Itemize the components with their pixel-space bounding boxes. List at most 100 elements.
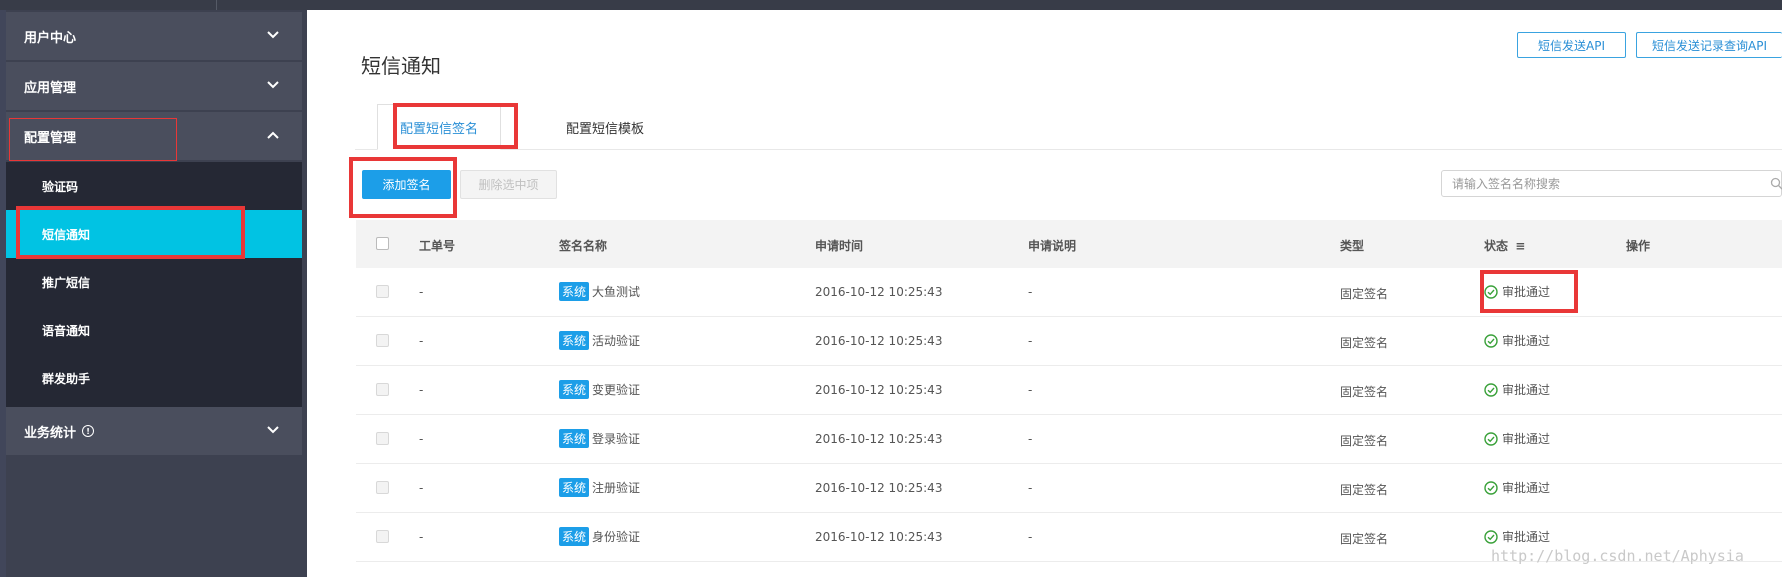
system-badge: 系统 <box>559 527 590 546</box>
add-signature-button[interactable]: 添加签名 <box>362 170 451 199</box>
cell-id: - <box>419 334 424 348</box>
sidebar-group-user-center[interactable]: 用户中心 <box>6 12 302 60</box>
cell-apply-time: 2016-10-12 10:25:43 <box>815 530 943 544</box>
top-bar-divider <box>216 0 217 10</box>
system-badge: 系统 <box>559 429 590 448</box>
sidebar-item-label: 推广短信 <box>42 275 91 290</box>
sidebar-group-business-stats[interactable]: 业务统计 ! <box>6 407 302 455</box>
search-box <box>1441 170 1782 197</box>
cell-id: - <box>419 530 424 544</box>
cell-apply-note: - <box>1028 383 1033 397</box>
search-icon[interactable] <box>1770 177 1782 190</box>
watermark: http://blog.csdn.net/Aphysia <box>1491 547 1744 565</box>
top-bar <box>0 0 1782 10</box>
cell-status: 审批通过 <box>1484 430 1550 447</box>
table-row: - 系统 变更验证 2016-10-12 10:25:43 - 固定签名 审批通过 <box>356 366 1782 415</box>
row-checkbox[interactable] <box>376 383 389 396</box>
row-checkbox[interactable] <box>376 334 389 347</box>
search-input[interactable] <box>1442 171 1781 196</box>
cell-apply-note: - <box>1028 285 1033 299</box>
sidebar-item-voice-notification[interactable]: 语音通知 <box>6 306 302 354</box>
cell-type: 固定签名 <box>1340 287 1389 301</box>
sidebar-item-label: 短信通知 <box>42 227 91 242</box>
cell-type: 固定签名 <box>1340 336 1389 350</box>
system-badge: 系统 <box>559 380 590 399</box>
column-header: 类型 <box>1340 239 1365 253</box>
cell-type: 固定签名 <box>1340 532 1389 546</box>
cell-apply-note: - <box>1028 530 1033 544</box>
status-text: 审批通过 <box>1502 432 1551 446</box>
sms-record-query-api-button[interactable]: 短信发送记录查询API <box>1636 32 1782 58</box>
cell-apply-time: 2016-10-12 10:25:43 <box>815 432 943 446</box>
row-checkbox[interactable] <box>376 432 389 445</box>
sms-send-api-button[interactable]: 短信发送API <box>1517 32 1626 58</box>
sidebar-item-label: 验证码 <box>42 179 79 194</box>
cell-status: 审批通过 <box>1484 283 1550 300</box>
signature-name: 大鱼测试 <box>592 285 641 299</box>
sidebar-item-bulk-assistant[interactable]: 群发助手 <box>6 354 302 402</box>
cell-apply-time: 2016-10-12 10:25:43 <box>815 481 943 495</box>
system-badge: 系统 <box>559 282 590 301</box>
sidebar-item-verification-code[interactable]: 验证码 <box>6 162 302 210</box>
status-text: 审批通过 <box>1502 334 1551 348</box>
sidebar-group-label: 用户中心 <box>24 30 77 46</box>
signature-name: 身份验证 <box>592 530 641 544</box>
cell-status: 审批通过 <box>1484 381 1550 398</box>
sidebar-item-label: 群发助手 <box>42 371 91 386</box>
signature-name: 变更验证 <box>592 383 641 397</box>
cell-apply-time: 2016-10-12 10:25:43 <box>815 383 943 397</box>
system-badge: 系统 <box>559 331 590 350</box>
status-text: 审批通过 <box>1502 285 1551 299</box>
cell-signature-name: 系统 身份验证 <box>559 527 640 546</box>
cell-status: 审批通过 <box>1484 332 1550 349</box>
sidebar-group-app-management[interactable]: 应用管理 <box>6 62 302 110</box>
column-header-status[interactable]: 状态 ≡ <box>1484 237 1525 254</box>
table-row: - 系统 注册验证 2016-10-12 10:25:43 - 固定签名 审批通过 <box>356 464 1782 513</box>
check-circle-icon <box>1484 284 1498 299</box>
sidebar-group-label: 配置管理 <box>24 130 77 146</box>
table-row: - 系统 大鱼测试 2016-10-12 10:25:43 - 固定签名 审批通过 <box>356 268 1782 317</box>
cell-apply-time: 2016-10-12 10:25:43 <box>815 285 943 299</box>
cell-id: - <box>419 432 424 446</box>
signature-name: 注册验证 <box>592 481 641 495</box>
check-circle-icon <box>1484 382 1498 397</box>
table-row: - 系统 登录验证 2016-10-12 10:25:43 - 固定签名 审批通过 <box>356 415 1782 464</box>
delete-selected-button[interactable]: 删除选中项 <box>460 170 557 199</box>
cell-type: 固定签名 <box>1340 385 1389 399</box>
table-header: 工单号 签名名称 申请时间 申请说明 类型 状态 ≡ 操作 <box>356 220 1782 268</box>
select-all-checkbox[interactable] <box>376 237 389 250</box>
check-circle-icon <box>1484 333 1498 348</box>
signature-name: 登录验证 <box>592 432 641 446</box>
row-checkbox[interactable] <box>376 481 389 494</box>
column-header: 申请时间 <box>815 239 864 253</box>
sidebar-group-config-management[interactable]: 配置管理 <box>6 112 302 160</box>
cell-type: 固定签名 <box>1340 483 1389 497</box>
cell-apply-time: 2016-10-12 10:25:43 <box>815 334 943 348</box>
cell-id: - <box>419 383 424 397</box>
column-header: 操作 <box>1626 239 1651 253</box>
tab-config-template[interactable]: 配置短信模板 <box>545 104 665 150</box>
cell-id: - <box>419 481 424 495</box>
chevron-down-icon <box>267 426 279 434</box>
sidebar-item-sms-notification[interactable]: 短信通知 <box>6 210 302 258</box>
row-checkbox[interactable] <box>376 285 389 298</box>
page-title: 短信通知 <box>361 54 441 78</box>
cell-signature-name: 系统 活动验证 <box>559 331 640 350</box>
cell-signature-name: 系统 注册验证 <box>559 478 640 497</box>
cell-apply-note: - <box>1028 432 1033 446</box>
status-text: 审批通过 <box>1502 530 1551 544</box>
sidebar-item-promo-sms[interactable]: 推广短信 <box>6 258 302 306</box>
column-header: 签名名称 <box>559 239 608 253</box>
column-header-label: 状态 <box>1484 239 1509 253</box>
tab-config-signature[interactable]: 配置短信签名 <box>377 104 501 150</box>
system-badge: 系统 <box>559 478 590 497</box>
cell-id: - <box>419 285 424 299</box>
cell-apply-note: - <box>1028 481 1033 495</box>
cell-signature-name: 系统 变更验证 <box>559 380 640 399</box>
check-circle-icon <box>1484 431 1498 446</box>
filter-icon[interactable]: ≡ <box>1515 239 1525 253</box>
sidebar: 用户中心 应用管理 配置管理 验证码 短信通知 推广短信 语音通知 群发助手 业… <box>0 10 307 577</box>
info-icon[interactable]: ! <box>82 425 95 437</box>
sidebar-item-label: 语音通知 <box>42 323 91 338</box>
row-checkbox[interactable] <box>376 530 389 543</box>
